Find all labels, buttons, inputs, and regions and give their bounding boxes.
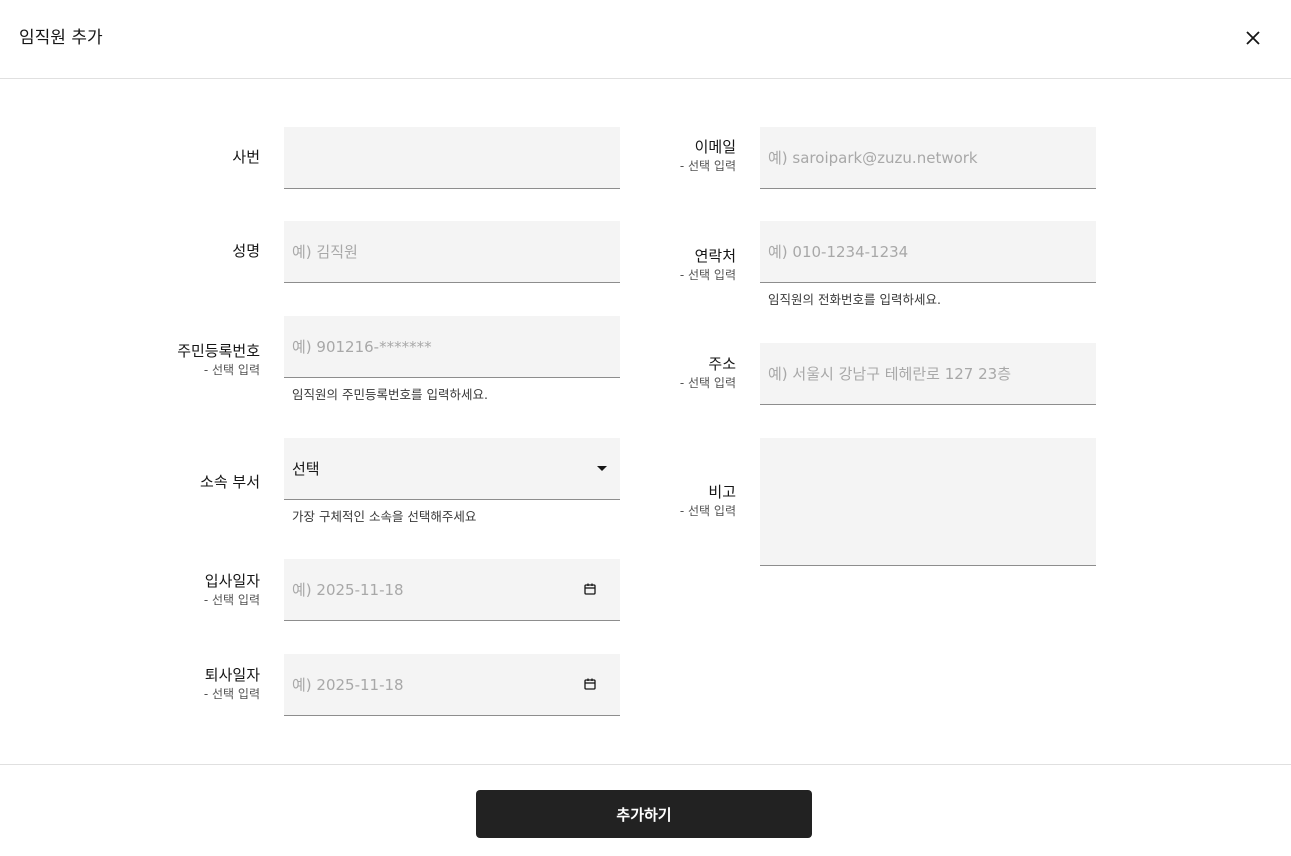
caret-down-icon — [597, 466, 607, 471]
email-label: 이메일 - 선택 입력 — [536, 137, 736, 174]
note-optional-text: - 선택 입력 — [679, 504, 736, 518]
leave-date-label: 퇴사일자 - 선택 입력 — [60, 665, 260, 702]
address-label-text: 주소 — [708, 355, 736, 373]
address-input[interactable] — [760, 343, 1096, 404]
add-employee-modal: 임직원 추가 사번 성명 주민등록번호 - 선택 입력 임직원의 주민등록번호를… — [0, 0, 1291, 856]
email-input[interactable] — [760, 127, 1096, 188]
leave-date-optional-text: - 선택 입력 — [203, 687, 260, 701]
note-label-text: 비고 — [708, 483, 736, 501]
email-field[interactable] — [760, 127, 1096, 189]
employee-no-label: 사번 — [60, 147, 260, 167]
phone-field[interactable] — [760, 221, 1096, 283]
resident-no-label: 주민등록번호 - 선택 입력 — [60, 341, 260, 378]
phone-optional-text: - 선택 입력 — [679, 268, 736, 282]
close-button[interactable] — [1238, 23, 1268, 53]
name-label-text: 성명 — [232, 242, 260, 260]
leave-date-field[interactable] — [284, 654, 620, 716]
calendar-icon[interactable] — [584, 583, 596, 595]
email-optional-text: - 선택 입력 — [679, 159, 736, 173]
join-date-field[interactable] — [284, 559, 620, 621]
leave-date-label-text: 퇴사일자 — [204, 666, 260, 684]
resident-no-optional-text: - 선택 입력 — [203, 363, 260, 377]
employee-no-label-text: 사번 — [232, 148, 260, 166]
department-selected-value: 선택 — [292, 460, 320, 478]
add-button[interactable]: 추가하기 — [476, 790, 812, 838]
join-date-input[interactable] — [284, 559, 620, 620]
resident-no-label-text: 주민등록번호 — [177, 342, 260, 360]
resident-no-helper: 임직원의 주민등록번호를 입력하세요. — [292, 387, 488, 402]
phone-helper: 임직원의 전화번호를 입력하세요. — [768, 292, 941, 307]
join-date-label: 입사일자 - 선택 입력 — [60, 571, 260, 608]
leave-date-input[interactable] — [284, 654, 620, 715]
join-date-label-text: 입사일자 — [204, 572, 260, 590]
name-label: 성명 — [60, 241, 260, 261]
calendar-icon[interactable] — [584, 678, 596, 690]
department-helper: 가장 구체적인 소속을 선택해주세요 — [292, 509, 477, 524]
department-label: 소속 부서 — [60, 472, 260, 492]
modal-title: 임직원 추가 — [19, 28, 103, 48]
address-optional-text: - 선택 입력 — [679, 376, 736, 390]
note-label: 비고 - 선택 입력 — [536, 482, 736, 519]
close-icon — [1246, 31, 1260, 45]
phone-label-text: 연락처 — [694, 247, 736, 265]
note-textarea[interactable] — [760, 438, 1096, 565]
phone-input[interactable] — [760, 221, 1096, 282]
department-label-text: 소속 부서 — [200, 473, 260, 491]
modal-header: 임직원 추가 — [0, 0, 1291, 79]
join-date-optional-text: - 선택 입력 — [203, 593, 260, 607]
phone-label: 연락처 - 선택 입력 — [536, 246, 736, 283]
modal-footer: 추가하기 — [0, 764, 1291, 856]
address-field[interactable] — [760, 343, 1096, 405]
email-label-text: 이메일 — [694, 138, 736, 156]
note-field[interactable] — [760, 438, 1096, 566]
address-label: 주소 - 선택 입력 — [536, 354, 736, 391]
